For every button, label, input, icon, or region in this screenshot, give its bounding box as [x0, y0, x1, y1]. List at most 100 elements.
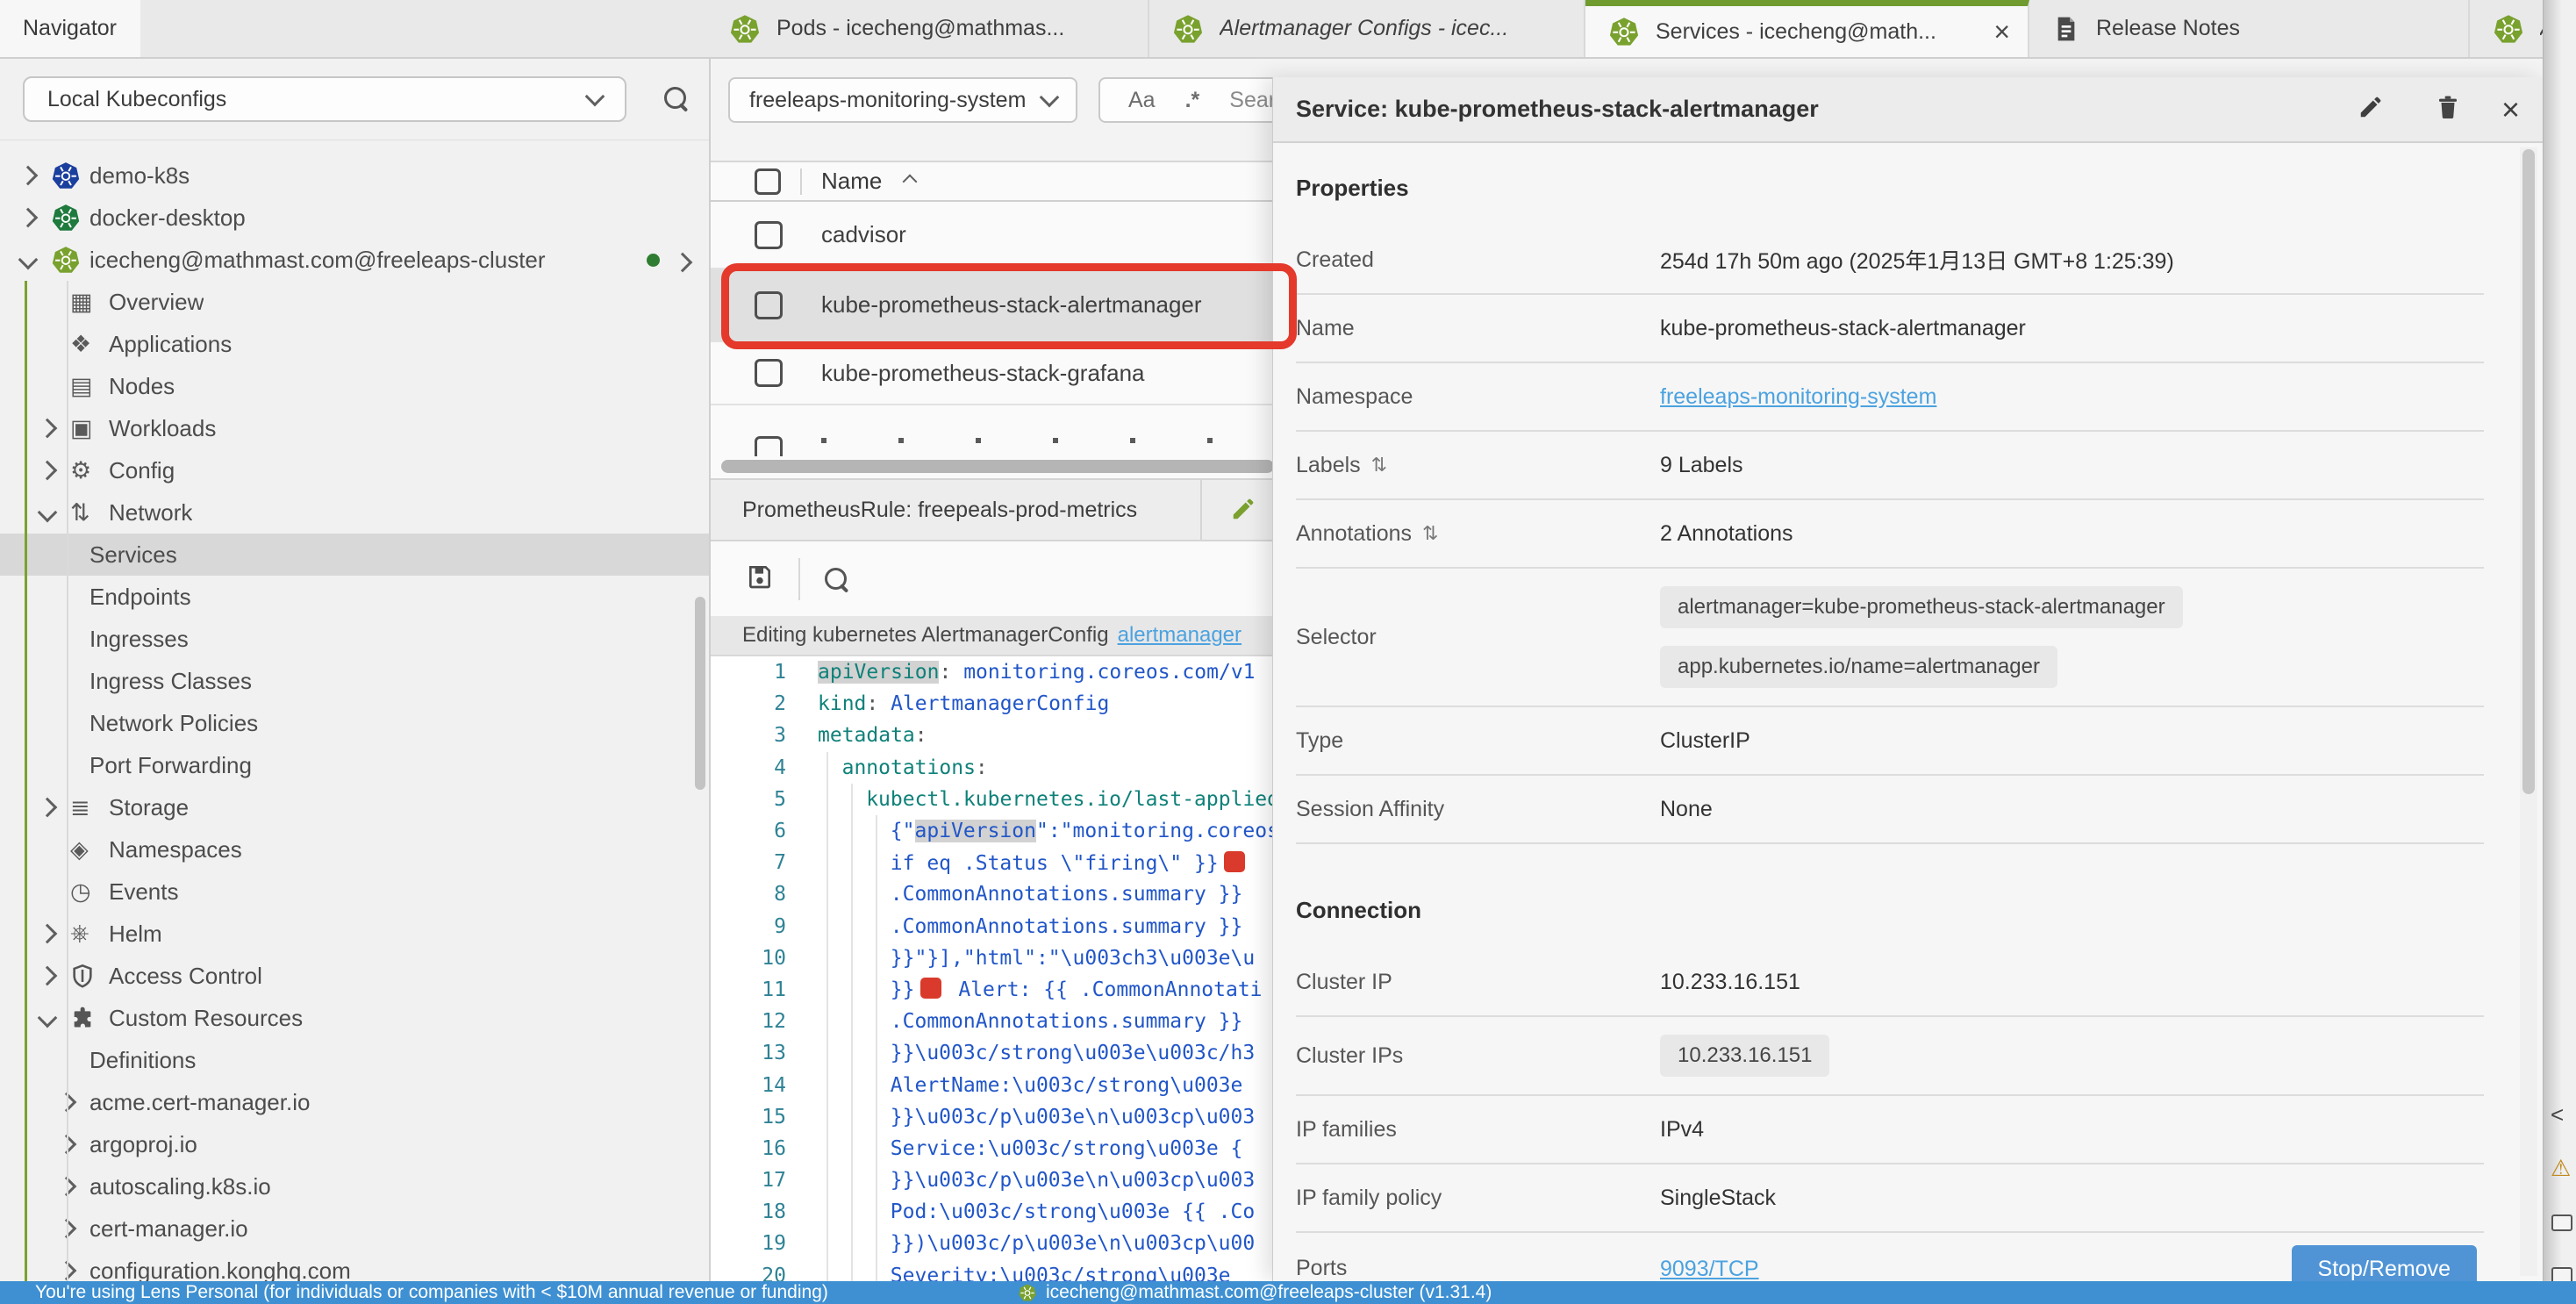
row-value: IPv4 [1660, 1117, 2484, 1143]
sidebar-item-overview[interactable]: ▦Overview [0, 281, 711, 323]
code-text: kind: AlertmanagerConfig [818, 692, 1109, 715]
sidebar-item-network-policies[interactable]: Network Policies [0, 702, 711, 744]
name-column-header[interactable]: Name [821, 168, 882, 195]
code-text: metadata: [818, 724, 927, 747]
row-checkbox[interactable] [755, 359, 783, 387]
row-label: Name [1296, 316, 1660, 341]
line-number: 5 [711, 788, 818, 811]
port-link[interactable]: 9093/TCP [1660, 1257, 1759, 1282]
sidebar-item-configuration-konghq-com[interactable]: configuration.konghq.com [0, 1250, 711, 1281]
chevron-right-icon [38, 419, 58, 439]
line-number: 8 [711, 883, 818, 906]
editor-banner-link[interactable]: alertmanager [1118, 623, 1241, 648]
helm-icon: ⎈ [70, 920, 109, 948]
sidebar-item-label: Endpoints [89, 584, 191, 611]
sidebar-item-acme-cert-manager-io[interactable]: acme.cert-manager.io [0, 1081, 711, 1123]
sidebar-item-access-control[interactable]: Access Control [0, 955, 711, 997]
sidebar-item-workloads[interactable]: ▣Workloads [0, 407, 711, 449]
regex-icon[interactable]: .* [1185, 88, 1200, 113]
save-icon[interactable] [746, 562, 774, 595]
sidebar-item-argoproj-io[interactable]: argoproj.io [0, 1123, 711, 1165]
code-text: annotations: [842, 756, 988, 779]
tab-services-icecheng-math[interactable]: Services - icecheng@math...× [1585, 0, 2029, 57]
sidebar-item-services[interactable]: Services [0, 534, 711, 576]
sidebar-item-port-forwarding[interactable]: Port Forwarding [0, 744, 711, 786]
sidebar-item-custom-resources[interactable]: Custom Resources [0, 997, 711, 1039]
row-label: Namespace [1296, 384, 1660, 410]
sidebar-item-docker-desktop[interactable]: docker-desktop [0, 197, 711, 239]
sidebar-item-nodes[interactable]: ▤Nodes [0, 365, 711, 407]
tab-close-icon[interactable]: × [1993, 18, 2010, 46]
tab-release-notes[interactable]: Release Notes [2029, 0, 2470, 57]
kubeconfig-select[interactable]: Local Kubeconfigs [23, 76, 626, 122]
editor-search-icon[interactable] [825, 568, 847, 590]
sidebar-item-label: Services [89, 541, 177, 569]
match-case-icon[interactable]: Aa [1128, 88, 1156, 113]
sort-toggle-icon[interactable]: ⇅ [1422, 522, 1438, 545]
panel-scrollbar[interactable] [2522, 149, 2535, 794]
sidebar-item-label: configuration.konghq.com [89, 1257, 351, 1282]
sidebar-item-helm[interactable]: ⎈Helm [0, 913, 711, 955]
kubeconfig-select-value: Local Kubeconfigs [47, 87, 226, 112]
code-text: Severity:\u003c/strong\u003e [891, 1265, 1231, 1281]
chevron-down-icon [18, 250, 39, 270]
sidebar-item-label: Ingresses [89, 626, 189, 653]
code-text: Pod:\u003c/strong\u003e {{ .Co [891, 1200, 1255, 1223]
sidebar-item-namespaces[interactable]: ◈Namespaces [0, 828, 711, 871]
port-action-button[interactable]: Stop/Remove [2292, 1245, 2477, 1281]
row-checkbox[interactable] [755, 221, 783, 249]
divider [1200, 480, 1202, 540]
sidebar-item-config[interactable]: ⚙Config [0, 449, 711, 491]
edit-icon[interactable] [1230, 496, 1256, 528]
active-cluster-text: icecheng@mathmast.com@freeleaps-cluster … [1046, 1282, 1492, 1303]
sidebar-item-label: acme.cert-manager.io [89, 1089, 310, 1116]
tab-alertmanager-configs-icec[interactable]: Alertmanager Configs - icec... [1149, 0, 1585, 57]
delete-service-icon[interactable] [2435, 94, 2461, 125]
sort-toggle-icon[interactable]: ⇅ [1371, 454, 1387, 476]
tree-guide-active [25, 281, 27, 1281]
sidebar-item-events[interactable]: ◷Events [0, 871, 711, 913]
alert-emoji-icon: 🚨 [1224, 851, 1245, 872]
collapse-dock-icon[interactable]: < [2551, 1101, 2564, 1128]
dock-window-icon[interactable] [2551, 1214, 2572, 1231]
tab-label: Pods - icecheng@mathmas... [776, 16, 1064, 41]
alert-emoji-icon: 🚨 [920, 978, 941, 999]
grid-icon: ▦ [70, 289, 109, 316]
sidebar-item-cert-manager-io[interactable]: cert-manager.io [0, 1207, 711, 1250]
detail-row-cluster-ip: Cluster IP10.233.16.151 [1296, 949, 2484, 1017]
sidebar-item-definitions[interactable]: Definitions [0, 1039, 711, 1081]
sidebar-item-applications[interactable]: ❖Applications [0, 323, 711, 365]
detail-row-session-affinity: Session AffinityNone [1296, 776, 2484, 844]
row-value: 2 Annotations [1660, 521, 2484, 547]
edit-service-icon[interactable] [2358, 94, 2384, 125]
storage-icon: ≣ [70, 794, 109, 821]
sidebar-scrollbar[interactable] [695, 597, 705, 790]
sidebar-item-ingress-classes[interactable]: Ingress Classes [0, 660, 711, 702]
code-text: }})\u003c/p\u003e\n\u003cp\u00 [891, 1232, 1255, 1255]
sidebar-item-storage[interactable]: ≣Storage [0, 786, 711, 828]
horizontal-scrollbar[interactable] [721, 460, 1274, 473]
sidebar-item-demo-k8s[interactable]: demo-k8s [0, 154, 711, 197]
service-name: cadvisor [821, 221, 906, 248]
search-icon [664, 87, 686, 109]
line-number: 11 [711, 978, 818, 1001]
code-text: }}\u003c/p\u003e\n\u003cp\u003 [891, 1106, 1255, 1128]
sidebar-item-endpoints[interactable]: Endpoints [0, 576, 711, 618]
sidebar-item-autoscaling-k8s-io[interactable]: autoscaling.k8s.io [0, 1165, 711, 1207]
line-number: 10 [711, 947, 818, 970]
sidebar-item-ingresses[interactable]: Ingresses [0, 618, 711, 660]
sidebar-search-button[interactable] [664, 87, 686, 113]
sidebar-item-icecheng-mathmast-com-freeleaps-cluster[interactable]: icecheng@mathmast.com@freeleaps-cluster [0, 239, 711, 281]
warning-icon[interactable]: ⚠ [2551, 1155, 2571, 1182]
divider [798, 558, 800, 600]
select-all-checkbox[interactable] [755, 168, 781, 195]
namespace-link[interactable]: freeleaps-monitoring-system [1660, 384, 1936, 409]
row-checkbox[interactable] [755, 436, 783, 456]
close-panel-icon[interactable]: × [2501, 94, 2520, 125]
namespace-select[interactable]: freeleaps-monitoring-system [728, 77, 1077, 123]
line-number: 12 [711, 1010, 818, 1033]
row-label: IP family policy [1296, 1186, 1660, 1211]
row-checkbox[interactable] [755, 291, 783, 319]
tab-pods-icecheng-mathmas[interactable]: Pods - icecheng@mathmas... [706, 0, 1149, 57]
sidebar-item-network[interactable]: ⇅Network [0, 491, 711, 534]
